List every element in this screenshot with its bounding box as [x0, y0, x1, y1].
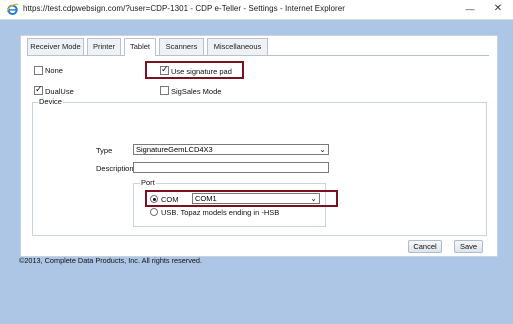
checkmark-icon: ✓ — [161, 64, 169, 74]
chevron-down-icon: ⌄ — [319, 145, 326, 154]
close-button[interactable]: ✕ — [490, 2, 506, 16]
tab-printer[interactable]: Printer — [87, 38, 121, 55]
port-legend: Port — [140, 178, 156, 187]
type-label: Type — [96, 146, 113, 155]
internet-explorer-icon — [6, 3, 19, 15]
tab-receiver-mode[interactable]: Receiver Mode — [27, 38, 84, 55]
sigsales-mode-checkbox[interactable] — [160, 86, 169, 95]
description-input[interactable] — [133, 162, 329, 173]
tab-scanners[interactable]: Scanners — [159, 38, 204, 55]
sigsales-mode-label: SigSales Mode — [171, 87, 222, 96]
none-checkbox[interactable] — [34, 66, 43, 75]
type-select[interactable]: SignatureGemLCD4X3 ⌄ — [133, 144, 329, 155]
use-signature-pad-label: Use signature pad — [171, 67, 232, 76]
com-label: COM — [161, 195, 179, 204]
com-port-select-value: COM1 — [195, 194, 217, 203]
cancel-button[interactable]: Cancel — [408, 240, 442, 253]
dual-use-label: DualUse — [45, 87, 74, 96]
usb-label: USB. Topaz models ending in -HSB — [161, 208, 280, 217]
window-titlebar: https://test.cdpwebsign.com/?user=CDP-13… — [0, 0, 513, 20]
checkmark-icon: ✓ — [35, 84, 43, 94]
usb-radio[interactable] — [150, 208, 158, 216]
tab-tablet[interactable]: Tablet — [124, 38, 156, 56]
window-title: https://test.cdpwebsign.com/?user=CDP-13… — [23, 4, 345, 13]
use-signature-pad-checkbox[interactable]: ✓ — [160, 64, 169, 75]
chevron-down-icon: ⌄ — [310, 194, 317, 203]
device-legend: Device — [38, 97, 63, 106]
minimize-button[interactable]: — — [462, 2, 478, 16]
tab-strip-divider — [27, 55, 489, 56]
none-label: None — [45, 66, 63, 75]
com-radio[interactable] — [150, 195, 158, 203]
save-button[interactable]: Save — [454, 240, 483, 253]
com-port-select[interactable]: COM1 ⌄ — [192, 193, 320, 204]
dual-use-checkbox[interactable]: ✓ — [34, 84, 43, 95]
tab-miscellaneous[interactable]: Miscellaneous — [207, 38, 268, 55]
copyright-text: ©2013, Complete Data Products, Inc. All … — [19, 256, 203, 265]
type-select-value: SignatureGemLCD4X3 — [136, 145, 213, 154]
description-label: Description — [96, 164, 134, 173]
